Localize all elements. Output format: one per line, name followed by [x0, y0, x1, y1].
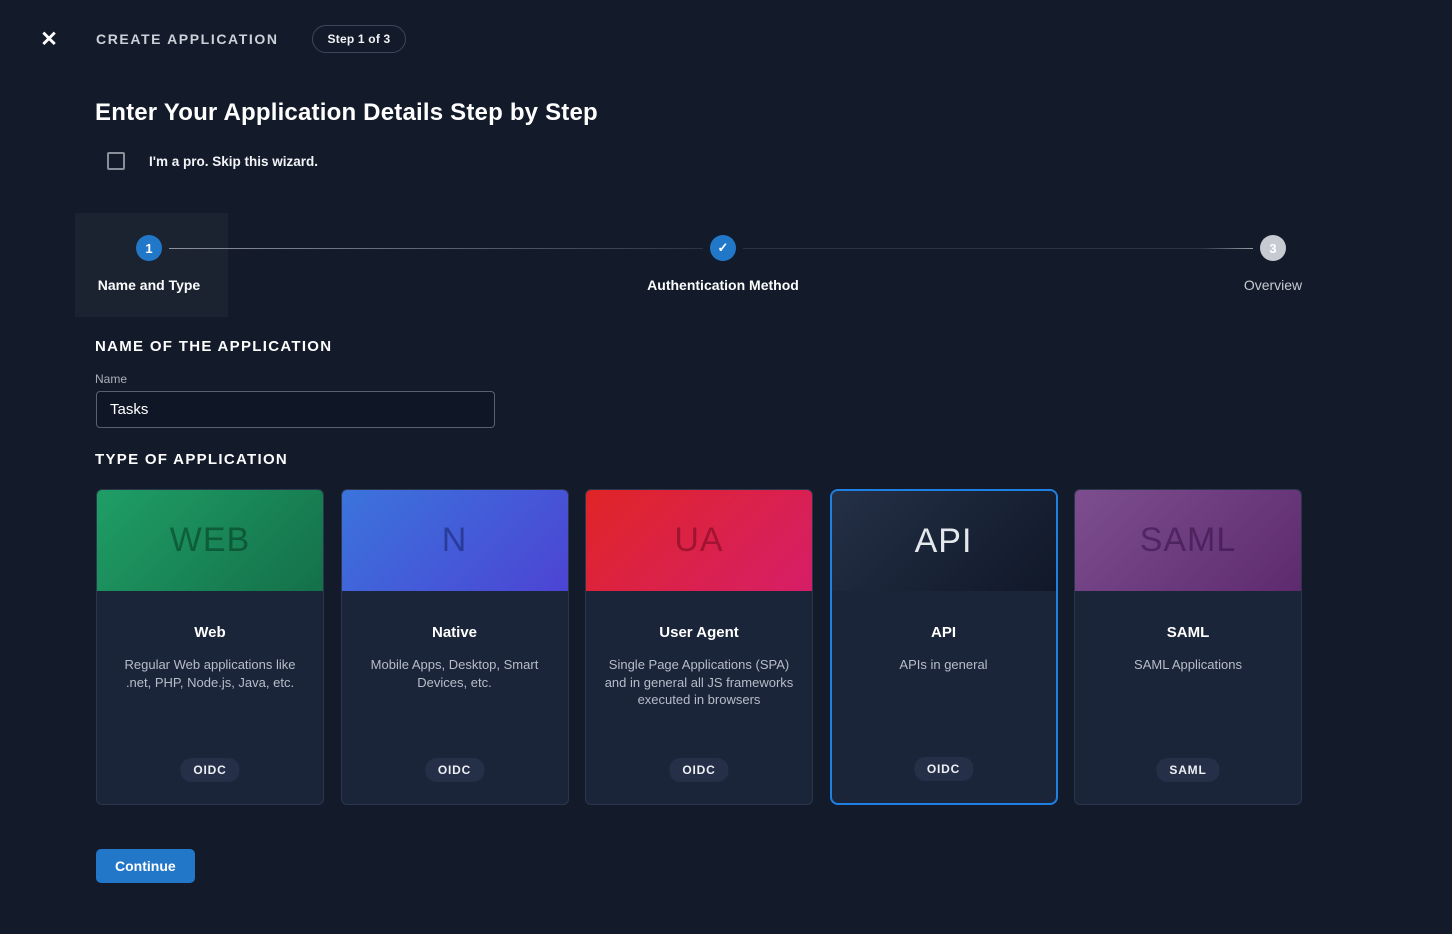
card-header-art: WEB	[97, 490, 323, 591]
type-card-user-agent[interactable]: UA User Agent Single Page Applications (…	[585, 489, 813, 805]
card-description: SAML Applications	[1075, 656, 1301, 674]
card-header-art: SAML	[1075, 490, 1301, 591]
step-number-1: 1	[136, 235, 162, 261]
card-header-art: UA	[586, 490, 812, 591]
card-title: Web	[97, 624, 323, 641]
card-description: Regular Web applications like .net, PHP,…	[97, 656, 323, 691]
card-description: Mobile Apps, Desktop, Smart Devices, etc…	[342, 656, 568, 691]
card-header-art: API	[832, 491, 1056, 591]
protocol-badge: OIDC	[914, 757, 973, 781]
wizard-stepper: 1 Name and Type ✓ Authentication Method …	[0, 213, 1452, 317]
protocol-badge: SAML	[1156, 758, 1219, 782]
protocol-badge: OIDC	[669, 758, 728, 782]
skip-wizard-label: I'm a pro. Skip this wizard.	[149, 154, 318, 169]
continue-button[interactable]: Continue	[96, 849, 195, 883]
page-title: Enter Your Application Details Step by S…	[95, 99, 1452, 127]
type-card-web[interactable]: WEB Web Regular Web applications like .n…	[96, 489, 324, 805]
step-count-badge: Step 1 of 3	[312, 25, 407, 53]
stepper-step-name-and-type[interactable]: 1 Name and Type	[29, 213, 269, 293]
step-number-3: 3	[1260, 235, 1286, 261]
card-description: Single Page Applications (SPA) and in ge…	[586, 656, 812, 709]
protocol-badge: OIDC	[425, 758, 484, 782]
wizard-topbar: ✕ CREATE APPLICATION Step 1 of 3	[0, 0, 1452, 54]
card-title: API	[832, 624, 1056, 641]
close-icon[interactable]: ✕	[38, 28, 60, 50]
name-section-title: NAME OF THE APPLICATION	[95, 338, 1452, 355]
application-type-cards: WEB Web Regular Web applications like .n…	[96, 489, 1452, 805]
application-name-input[interactable]	[96, 391, 495, 428]
wizard-title: CREATE APPLICATION	[96, 31, 279, 47]
skip-wizard-row: I'm a pro. Skip this wizard.	[107, 151, 1452, 171]
step-label: Overview	[1153, 277, 1393, 293]
name-field-label: Name	[95, 372, 1452, 386]
stepper-step-overview[interactable]: 3 Overview	[1153, 213, 1393, 293]
type-card-api[interactable]: API API APIs in general OIDC	[830, 489, 1058, 805]
type-card-native[interactable]: N Native Mobile Apps, Desktop, Smart Dev…	[341, 489, 569, 805]
type-section-title: TYPE OF APPLICATION	[95, 451, 1452, 468]
card-title: User Agent	[586, 624, 812, 641]
card-description: APIs in general	[832, 656, 1056, 674]
stepper-step-authentication-method[interactable]: ✓ Authentication Method	[603, 213, 843, 293]
step-label: Name and Type	[29, 277, 269, 293]
card-header-art: N	[342, 490, 568, 591]
check-icon: ✓	[710, 235, 736, 261]
card-title: Native	[342, 624, 568, 641]
protocol-badge: OIDC	[180, 758, 239, 782]
step-label: Authentication Method	[603, 277, 843, 293]
skip-wizard-checkbox[interactable]	[107, 152, 125, 170]
card-title: SAML	[1075, 624, 1301, 641]
type-card-saml[interactable]: SAML SAML SAML Applications SAML	[1074, 489, 1302, 805]
